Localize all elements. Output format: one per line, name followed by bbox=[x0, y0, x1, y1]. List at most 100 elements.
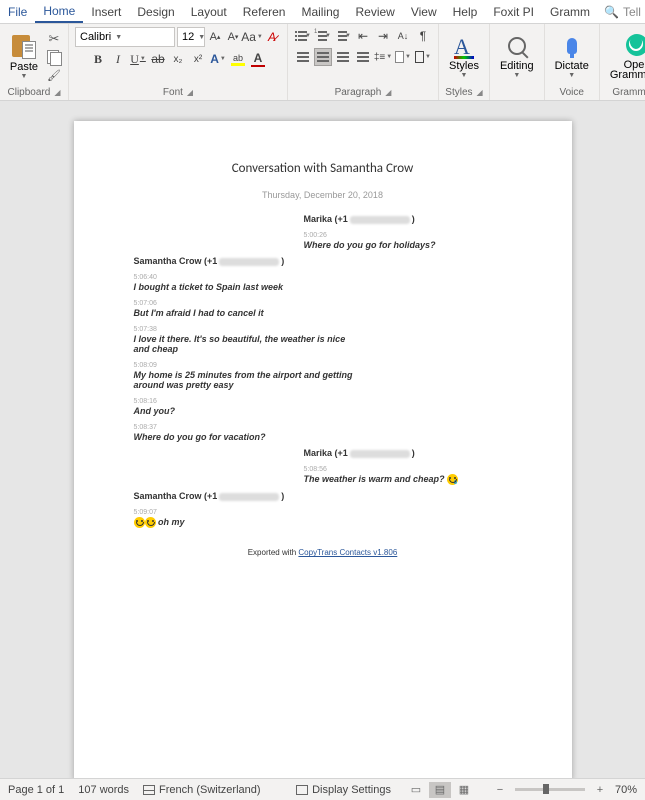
tab-grammarly[interactable]: Gramm bbox=[542, 2, 598, 22]
display-settings-button[interactable]: Display Settings bbox=[296, 784, 391, 796]
tell-me[interactable]: 🔍 Tell me bbox=[598, 5, 645, 19]
numbering-button[interactable]: ▼ bbox=[314, 27, 332, 45]
styles-button[interactable]: A Styles ▼ bbox=[445, 27, 483, 86]
view-mode-buttons: ▭ ▤ ▦ bbox=[405, 782, 475, 798]
zoom-level[interactable]: 70% bbox=[615, 784, 637, 796]
font-dialog-launcher[interactable]: ◢ bbox=[187, 88, 193, 97]
dictate-label: Dictate bbox=[555, 60, 589, 72]
brush-icon bbox=[47, 68, 61, 82]
copy-button[interactable] bbox=[46, 49, 62, 65]
shading-button[interactable]: ▼ bbox=[394, 48, 412, 66]
paste-button[interactable]: Paste ▼ bbox=[6, 33, 42, 80]
group-grammarly: Open Grammarly Grammarly ˄ bbox=[600, 24, 645, 100]
chevron-down-icon: ▼ bbox=[21, 73, 28, 80]
timestamp: 5:08:09 bbox=[134, 362, 512, 369]
sort-icon: A↓ bbox=[398, 31, 409, 41]
multilevel-list-button[interactable]: ▼ bbox=[334, 27, 352, 45]
tab-review[interactable]: Review bbox=[347, 2, 402, 22]
borders-button[interactable]: ▼ bbox=[414, 48, 432, 66]
font-size-combo[interactable]: 12▼ bbox=[177, 27, 205, 47]
grammarly-icon bbox=[625, 33, 645, 57]
bold-button[interactable]: B bbox=[89, 50, 107, 68]
paste-label: Paste bbox=[10, 61, 38, 73]
align-center-button[interactable] bbox=[314, 48, 332, 66]
status-page[interactable]: Page 1 of 1 bbox=[8, 784, 64, 796]
chevron-down-icon: ▼ bbox=[461, 72, 468, 79]
bullets-button[interactable]: ▼ bbox=[294, 27, 312, 45]
cut-button[interactable] bbox=[46, 31, 62, 47]
status-language[interactable]: French (Switzerland) bbox=[143, 784, 260, 796]
justify-button[interactable] bbox=[354, 48, 372, 66]
styles-dialog-launcher[interactable]: ◢ bbox=[477, 88, 483, 97]
font-color-button[interactable]: A bbox=[249, 50, 267, 68]
tab-view[interactable]: View bbox=[403, 2, 445, 22]
underline-button[interactable]: U▼ bbox=[129, 50, 147, 68]
superscript-button[interactable]: x² bbox=[189, 50, 207, 68]
sender-samantha-1: Samantha Crow (+1) bbox=[134, 256, 512, 266]
tab-layout[interactable]: Layout bbox=[183, 2, 235, 22]
sort-button[interactable]: A↓ bbox=[394, 27, 412, 45]
copytrans-link[interactable]: CopyTrans Contacts v1.806 bbox=[298, 548, 397, 557]
clear-formatting-button[interactable]: A̷ bbox=[263, 28, 281, 46]
document-page[interactable]: Conversation with Samantha Crow Thursday… bbox=[74, 121, 572, 778]
editing-label: Editing bbox=[500, 60, 534, 72]
status-word-count[interactable]: 107 words bbox=[78, 784, 129, 796]
line-spacing-button[interactable]: ‡≡▼ bbox=[374, 48, 392, 66]
grammarly-label2: Grammarly bbox=[610, 69, 645, 81]
strikethrough-button[interactable]: ab bbox=[149, 50, 167, 68]
tab-references[interactable]: Referen bbox=[235, 2, 294, 22]
group-styles-label: Styles bbox=[445, 87, 472, 98]
italic-button[interactable]: I bbox=[109, 50, 127, 68]
open-grammarly-button[interactable]: Open Grammarly bbox=[606, 27, 645, 86]
bullets-icon bbox=[295, 31, 304, 41]
tab-mailings[interactable]: Mailing bbox=[293, 2, 347, 22]
timestamp: 5:07:06 bbox=[134, 300, 512, 307]
shrink-font-button[interactable]: A▾ bbox=[225, 28, 241, 46]
increase-indent-button[interactable]: ⇥ bbox=[374, 27, 392, 45]
document-area[interactable]: Conversation with Samantha Crow Thursday… bbox=[0, 101, 645, 778]
zoom-slider[interactable] bbox=[515, 788, 585, 791]
highlight-button[interactable]: ab bbox=[229, 50, 247, 68]
format-painter-button[interactable] bbox=[46, 67, 62, 83]
group-editing: Editing ▼ bbox=[490, 24, 545, 100]
chevron-down-icon: ▼ bbox=[115, 34, 122, 41]
read-mode-button[interactable]: ▭ bbox=[405, 782, 427, 798]
doc-date: Thursday, December 20, 2018 bbox=[134, 190, 512, 200]
tab-design[interactable]: Design bbox=[129, 2, 182, 22]
message: I bought a ticket to Spain last week bbox=[134, 282, 354, 292]
tab-insert[interactable]: Insert bbox=[83, 2, 129, 22]
microphone-icon bbox=[560, 34, 584, 58]
chevron-down-icon: ▼ bbox=[568, 72, 575, 79]
redacted-phone bbox=[350, 450, 410, 458]
align-left-button[interactable] bbox=[294, 48, 312, 66]
print-layout-button[interactable]: ▤ bbox=[429, 782, 451, 798]
ribbon: Paste ▼ Clipboard◢ Calibri▼ 12▼ A▴ A▾ Aa… bbox=[0, 24, 645, 101]
align-right-button[interactable] bbox=[334, 48, 352, 66]
paragraph-dialog-launcher[interactable]: ◢ bbox=[385, 88, 391, 97]
zoom-in-button[interactable]: + bbox=[589, 782, 611, 798]
dictate-button[interactable]: Dictate ▼ bbox=[551, 27, 593, 86]
timestamp: 5:08:56 bbox=[304, 466, 512, 473]
editing-button[interactable]: Editing ▼ bbox=[496, 27, 538, 86]
laugh-cry-emoji bbox=[134, 517, 145, 528]
web-layout-button[interactable]: ▦ bbox=[453, 782, 475, 798]
tab-help[interactable]: Help bbox=[445, 2, 486, 22]
group-paragraph-label: Paragraph bbox=[335, 87, 382, 98]
grow-font-button[interactable]: A▴ bbox=[207, 28, 223, 46]
numbering-icon bbox=[315, 31, 324, 41]
tab-file[interactable]: File bbox=[0, 2, 35, 22]
zoom-out-button[interactable]: − bbox=[489, 782, 511, 798]
show-marks-button[interactable]: ¶ bbox=[414, 27, 432, 45]
tab-home[interactable]: Home bbox=[35, 1, 83, 23]
clipboard-dialog-launcher[interactable]: ◢ bbox=[54, 88, 60, 97]
text-effects-button[interactable]: A▼ bbox=[209, 50, 227, 68]
tab-foxit[interactable]: Foxit PI bbox=[485, 2, 542, 22]
decrease-indent-button[interactable]: ⇤ bbox=[354, 27, 372, 45]
font-name-combo[interactable]: Calibri▼ bbox=[75, 27, 175, 47]
styles-icon: A bbox=[452, 34, 476, 58]
subscript-button[interactable]: x₂ bbox=[169, 50, 187, 68]
change-case-button[interactable]: Aa▼ bbox=[243, 28, 261, 46]
align-center-icon bbox=[317, 52, 329, 62]
styles-label: Styles bbox=[449, 60, 479, 72]
zoom-thumb[interactable] bbox=[543, 784, 549, 794]
